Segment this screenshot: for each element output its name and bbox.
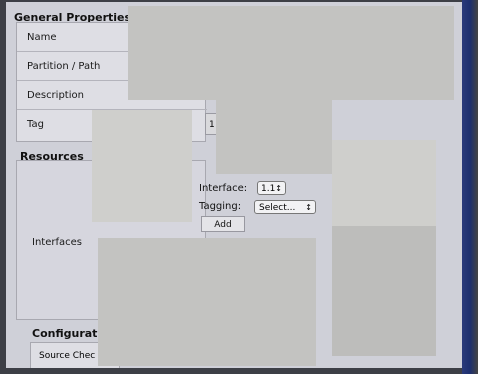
add-button[interactable]: Add: [201, 216, 245, 232]
interface-label: Interface:: [199, 183, 248, 194]
select-stepper-icon: ↕: [275, 184, 282, 193]
redaction-panel-bottom: [98, 238, 316, 366]
photo-frame: General Properties Name Partition / Path…: [0, 0, 478, 374]
screen: General Properties Name Partition / Path…: [6, 2, 462, 368]
interface-select-value: 1.1: [261, 184, 276, 194]
interface-select[interactable]: 1.1 ↕: [257, 181, 286, 195]
redaction-panel-center: [216, 98, 332, 174]
redaction-panel-right-2: [332, 226, 436, 356]
redaction-panel-left-2: [92, 148, 192, 222]
select-stepper-icon: ↕: [305, 203, 312, 212]
name-label: Name: [27, 32, 57, 43]
tagging-select-value: Select...: [259, 203, 296, 213]
redaction-panel-top: [128, 6, 454, 100]
monitor-bezel: [462, 0, 478, 374]
source-check-label: Source Chec: [39, 351, 96, 361]
description-label: Description: [27, 90, 84, 101]
tagging-label: Tagging:: [199, 201, 242, 212]
redaction-panel-left-1: [92, 110, 192, 148]
interfaces-label: Interfaces: [32, 237, 82, 248]
tag-label: Tag: [27, 119, 44, 130]
tagging-select[interactable]: Select... ↕: [254, 200, 316, 214]
partition-path-label: Partition / Path: [27, 61, 101, 72]
redaction-panel-right-1: [332, 140, 436, 226]
